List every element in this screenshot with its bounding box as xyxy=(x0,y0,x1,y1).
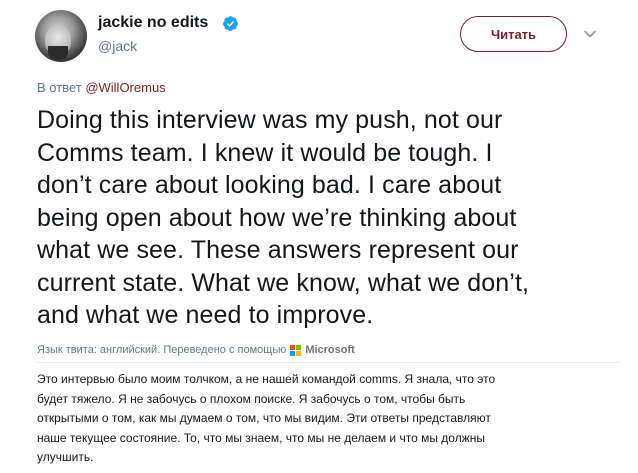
avatar[interactable] xyxy=(35,10,87,62)
tweet-text-line: don’t care about looking bad. I care abo… xyxy=(37,171,502,199)
translation-label: Язык твита: английский. Переведено с пом… xyxy=(37,344,287,356)
user-handle[interactable]: @jack xyxy=(98,38,137,54)
tweet-text-line: Doing this interview was my push, not ou… xyxy=(37,106,503,134)
translated-text-line: улучшить. xyxy=(37,450,94,465)
tweet-text-line: current state. What we know, what we don… xyxy=(37,268,530,297)
tweet-text-line: and what we need to improve. xyxy=(37,301,374,329)
reply-prefix: В ответ xyxy=(37,80,86,95)
tweet-text-line: what we see. These answers represent our xyxy=(37,236,519,264)
translation-attribution: Язык твита: английский. Переведено с пом… xyxy=(37,344,355,356)
follow-button[interactable]: Читать xyxy=(460,16,567,52)
verified-badge-icon xyxy=(223,16,238,31)
translated-text-line: открытыми о том, как мы думаем о том, чт… xyxy=(37,411,491,426)
tweet-text-line: Comms team. I knew it would be tough. I xyxy=(37,138,493,167)
translated-text: Это интервью было моим толчком, а не наш… xyxy=(37,370,620,468)
tweet-card: jackie no edits @jack Читать В ответ @Wi… xyxy=(0,0,638,473)
translated-text-line: наше текущее состояние. То, что мы знаем… xyxy=(37,430,485,445)
microsoft-brand[interactable]: Microsoft xyxy=(305,344,355,356)
chevron-down-icon[interactable] xyxy=(583,27,597,41)
reply-mention-link[interactable]: @WillOremus xyxy=(85,80,165,95)
tweet-text: Doing this interview was my push, not ou… xyxy=(37,104,617,332)
tweet-text-line: being open about how we’re thinking abou… xyxy=(37,203,517,232)
microsoft-logo-icon xyxy=(290,344,302,356)
reply-context: В ответ @WillOremus xyxy=(37,80,166,95)
divider xyxy=(37,362,620,363)
avatar-beard xyxy=(48,46,68,60)
display-name[interactable]: jackie no edits xyxy=(98,14,208,32)
translated-text-line: будет тяжело. Я не забочусь о плохом пои… xyxy=(37,391,466,406)
translated-text-line: Это интервью было моим толчком, а не наш… xyxy=(37,372,496,386)
